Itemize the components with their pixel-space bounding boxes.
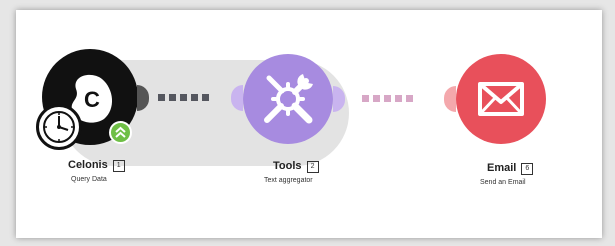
celonis-module-title: Celonis 1 (68, 159, 125, 172)
connector-dot (373, 95, 380, 102)
connector-tools-email[interactable] (362, 95, 413, 102)
tools-module-id-badge: 2 (306, 161, 319, 173)
scenario-canvas: C Celonis 1 Query Data Tools 2 Text aggr… (16, 10, 602, 238)
connector-dot (191, 94, 198, 101)
connector-celonis-tools[interactable] (158, 94, 209, 101)
connector-dot (202, 94, 209, 101)
connector-dot (362, 95, 369, 102)
connector-dot (384, 95, 391, 102)
tools-module-title: Tools 2 (273, 160, 319, 173)
connector-dot (395, 95, 402, 102)
clock-icon[interactable] (36, 104, 82, 150)
email-module-name: Email (487, 162, 517, 174)
celonis-module-name: Celonis (68, 159, 108, 171)
celonis-module-id-badge: 1 (112, 160, 125, 172)
connector-dot (406, 95, 413, 102)
screenshot-frame: C Celonis 1 Query Data Tools 2 Text aggr… (0, 0, 615, 246)
clock-face (43, 111, 75, 143)
envelope-icon (478, 82, 524, 116)
status-chevrons (115, 126, 126, 138)
connector-dot (169, 94, 176, 101)
email-module-title: Email 6 (487, 162, 534, 175)
connector-dot (158, 94, 165, 101)
email-input-port[interactable] (444, 86, 456, 112)
wrench-gear-icon (264, 74, 313, 124)
celonis-module-subtitle: Query Data (71, 176, 107, 183)
celonis-logo-letter: C (84, 87, 100, 112)
tools-module-name: Tools (273, 160, 302, 172)
connector-dot (180, 94, 187, 101)
email-module[interactable] (456, 54, 546, 144)
tools-module[interactable] (243, 54, 333, 144)
double-chevron-up-icon[interactable] (109, 121, 132, 144)
tools-module-subtitle: Text aggregator (264, 177, 313, 184)
email-module-id-badge: 6 (521, 163, 534, 175)
email-module-subtitle: Send an Email (480, 179, 526, 186)
